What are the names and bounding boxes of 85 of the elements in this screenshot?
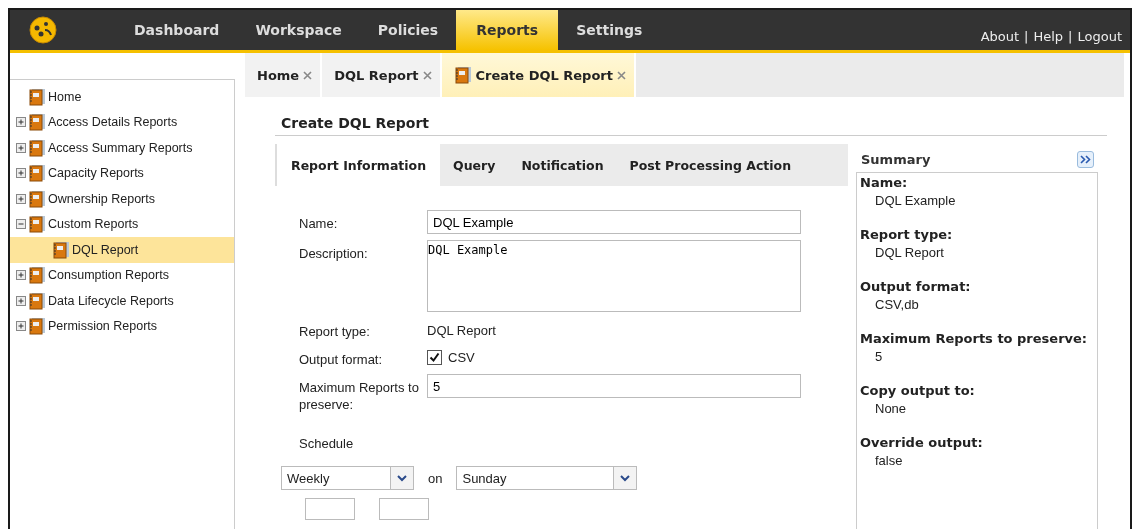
summary-value: CSV,db <box>874 297 920 312</box>
summary-label: Override output: <box>860 435 984 450</box>
close-icon[interactable] <box>617 70 626 80</box>
summary-label: Report type: <box>860 227 954 242</box>
separator: | <box>1024 29 1029 44</box>
report-book-icon <box>28 266 46 285</box>
summary-value: None <box>874 401 908 416</box>
tree-item[interactable]: Permission Reports <box>10 313 234 339</box>
tree-item[interactable]: Access Summary Reports <box>10 135 234 161</box>
expand-icon[interactable] <box>16 117 26 128</box>
time-input-field[interactable] <box>379 498 429 520</box>
report-book-icon <box>28 138 46 157</box>
tree-item[interactable]: Consumption Reports <box>10 262 234 288</box>
field-label: Output format: <box>299 351 384 368</box>
on-label: on <box>428 470 443 486</box>
document-tab[interactable]: Create DQL Report <box>441 53 636 97</box>
document-tab[interactable]: DQL Report <box>322 53 442 97</box>
tree-item[interactable]: Ownership Reports <box>10 186 234 212</box>
checkbox[interactable] <box>427 350 442 365</box>
report-book-icon <box>28 291 46 310</box>
summary-title: Summary <box>861 152 931 167</box>
header-link[interactable]: About <box>980 29 1020 44</box>
report-book-icon <box>28 113 46 132</box>
tree-item[interactable]: DQL Report <box>10 237 234 263</box>
form-tab[interactable]: Query <box>440 144 509 186</box>
report-book-icon <box>28 164 46 183</box>
day-dropdown[interactable]: Sunday <box>456 466 638 490</box>
field-label: Maximum Reports to preserve: <box>299 379 420 413</box>
report-book-icon <box>453 66 472 84</box>
page-title: Create DQL Report <box>275 113 1107 136</box>
separator: | <box>1068 29 1073 44</box>
expand-button[interactable] <box>1077 151 1094 168</box>
field-label: Description: <box>299 245 369 262</box>
nav-tab[interactable]: Dashboard <box>116 10 238 50</box>
report-book-icon <box>28 317 46 336</box>
header-link[interactable]: Help <box>1033 29 1064 44</box>
frequency-dropdown[interactable]: Weekly <box>281 466 414 490</box>
summary-value: DQL Report <box>874 245 945 260</box>
form-tab[interactable]: Post Processing Action <box>616 144 805 186</box>
summary-value: false <box>874 453 904 468</box>
tree-item[interactable]: Capacity Reports <box>10 160 234 186</box>
collapse-icon[interactable] <box>16 219 26 230</box>
header-link[interactable]: Logout <box>1077 29 1122 44</box>
chevron-down-icon <box>397 474 407 482</box>
max-reports-input-field[interactable]: 5 <box>427 374 801 398</box>
description-input-field[interactable]: DQL Example <box>427 240 801 312</box>
form-tab[interactable]: Report Information <box>275 144 441 186</box>
double-chevron-icon <box>1080 155 1091 164</box>
checkbox-label: CSV <box>448 350 475 365</box>
summary-label: Output format: <box>860 279 972 294</box>
summary-label: Maximum Reports to preserve: <box>860 331 1089 346</box>
close-icon[interactable] <box>422 70 432 80</box>
expand-icon[interactable] <box>16 270 26 281</box>
nav-tab[interactable]: Reports <box>456 10 559 50</box>
logo-icon <box>28 15 58 45</box>
field-value: DQL Report <box>427 322 497 338</box>
field-label: Name: <box>299 215 339 232</box>
expand-icon[interactable] <box>16 168 26 179</box>
form-tab[interactable]: Notification <box>508 144 617 186</box>
nav-tab[interactable]: Settings <box>558 10 661 50</box>
report-book-icon <box>28 215 46 234</box>
field-label: Report type: <box>299 323 371 340</box>
close-icon[interactable] <box>303 70 313 80</box>
tree-item[interactable]: Home <box>10 84 234 110</box>
name-input-field[interactable]: DQL Example <box>427 210 801 234</box>
time-input-field[interactable] <box>305 498 355 520</box>
expand-icon[interactable] <box>16 193 26 204</box>
nav-tab[interactable]: Workspace <box>237 10 360 50</box>
summary-value: DQL Example <box>874 193 957 208</box>
report-book-icon <box>28 87 46 106</box>
report-book-icon <box>28 189 46 208</box>
section-label: Schedule <box>299 435 354 451</box>
expand-icon[interactable] <box>16 321 26 332</box>
tree-item[interactable]: Access Details Reports <box>10 109 234 135</box>
summary-value: 5 <box>874 349 884 364</box>
expand-icon[interactable] <box>16 142 26 153</box>
tree-item[interactable]: Custom Reports <box>10 211 234 237</box>
summary-label: Copy output to: <box>860 383 976 398</box>
document-tab[interactable]: Home <box>245 53 323 97</box>
report-book-icon <box>52 240 70 259</box>
chevron-down-icon <box>620 474 631 482</box>
summary-label: Name: <box>860 175 909 190</box>
nav-tab[interactable]: Policies <box>359 10 457 50</box>
tree-item[interactable]: Data Lifecycle Reports <box>10 288 234 314</box>
expand-icon[interactable] <box>16 295 26 306</box>
